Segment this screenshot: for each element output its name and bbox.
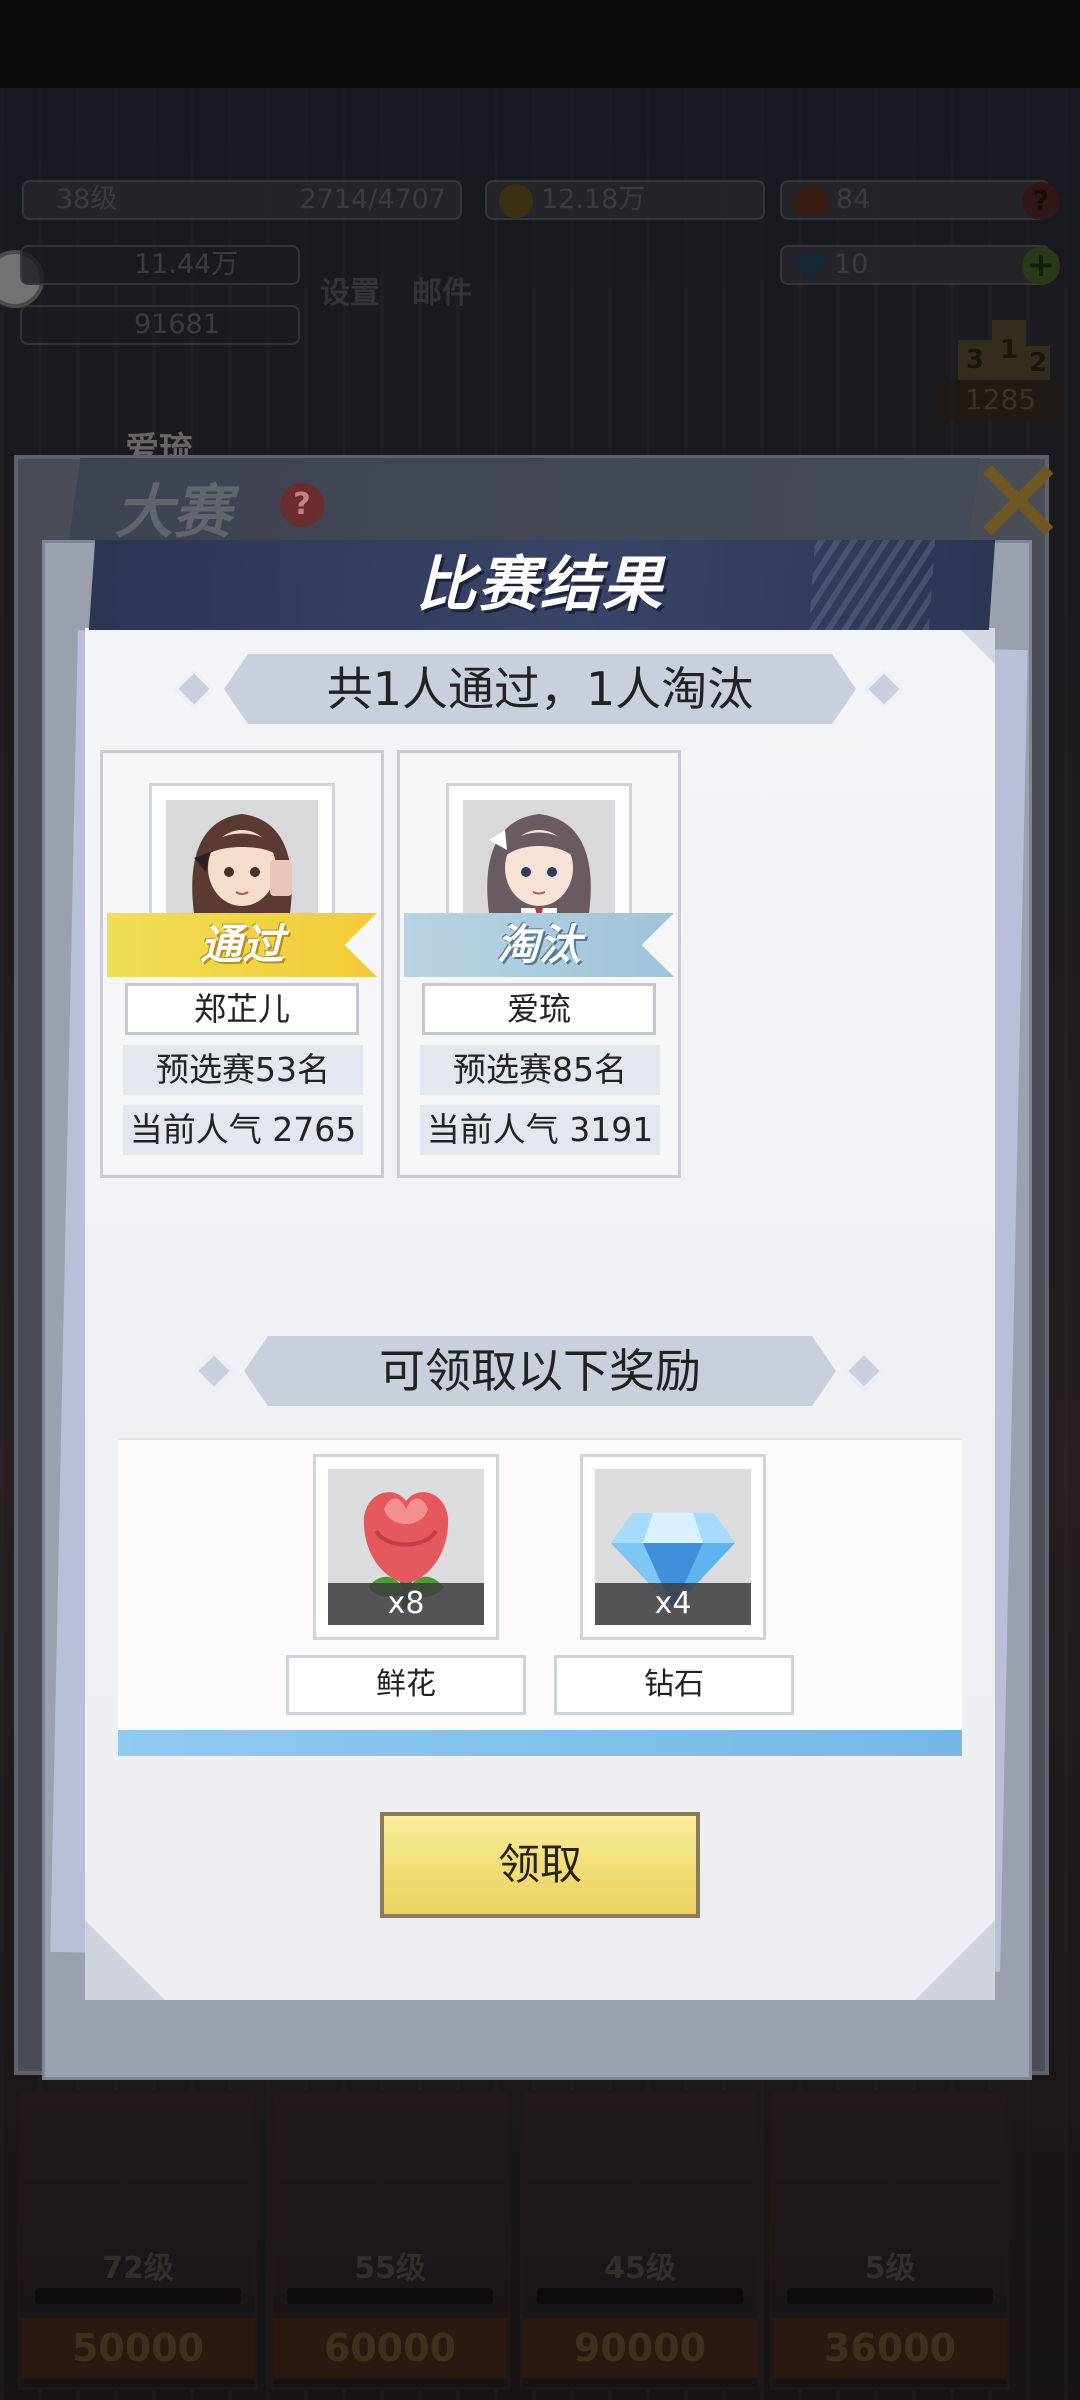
- reward-header: 可领取以下奖励: [379, 1344, 701, 1398]
- contest-title: 大赛: [115, 478, 232, 546]
- player-name: 郑芷儿: [125, 983, 359, 1035]
- reward-ribbon: 可领取以下奖励: [244, 1336, 836, 1406]
- reward-name: 鲜花: [286, 1655, 526, 1715]
- player-portrait-frame: [446, 783, 632, 926]
- reward-qty: x8: [328, 1583, 484, 1625]
- player-popularity: 当前人气 3191: [420, 1105, 660, 1155]
- dialog-corner: [85, 1920, 165, 2000]
- player-portrait-frame: [149, 783, 335, 926]
- reward-panel-bar: [118, 1730, 962, 1756]
- reward-item[interactable]: x4: [580, 1454, 766, 1640]
- player-rank: 预选赛53名: [123, 1045, 363, 1095]
- player-portrait: [463, 800, 615, 926]
- status-pass-badge: 通过: [107, 913, 377, 977]
- player-card[interactable]: 通过 郑芷儿 预选赛53名 当前人气 2765: [100, 750, 384, 1178]
- screen: 38级 2714/4707 12.18万 84 ? 10 + 11.44万 91…: [0, 0, 1080, 2400]
- status-eliminated-badge: 淘汰: [404, 913, 674, 977]
- claim-button[interactable]: 领取: [380, 1812, 700, 1918]
- dialog-corner: [915, 1920, 995, 2000]
- reward-item[interactable]: x8: [313, 1454, 499, 1640]
- reward-name: 钻石: [554, 1655, 794, 1715]
- player-card[interactable]: 淘汰 爱琉 预选赛85名 当前人气 3191: [397, 750, 681, 1178]
- summary-ribbon: 共1人通过，1人淘汰: [224, 654, 856, 724]
- player-rank: 预选赛85名: [420, 1045, 660, 1095]
- contest-help-icon[interactable]: ?: [280, 483, 324, 527]
- dialog-title: 比赛结果: [416, 550, 664, 620]
- reward-panel: [118, 1438, 962, 1736]
- player-popularity: 当前人气 2765: [123, 1105, 363, 1155]
- player-name: 爱琉: [422, 983, 656, 1035]
- reward-qty: x4: [595, 1583, 751, 1625]
- summary-text: 共1人通过，1人淘汰: [326, 662, 754, 716]
- close-icon[interactable]: ✕: [968, 444, 1069, 564]
- player-portrait: [166, 800, 318, 926]
